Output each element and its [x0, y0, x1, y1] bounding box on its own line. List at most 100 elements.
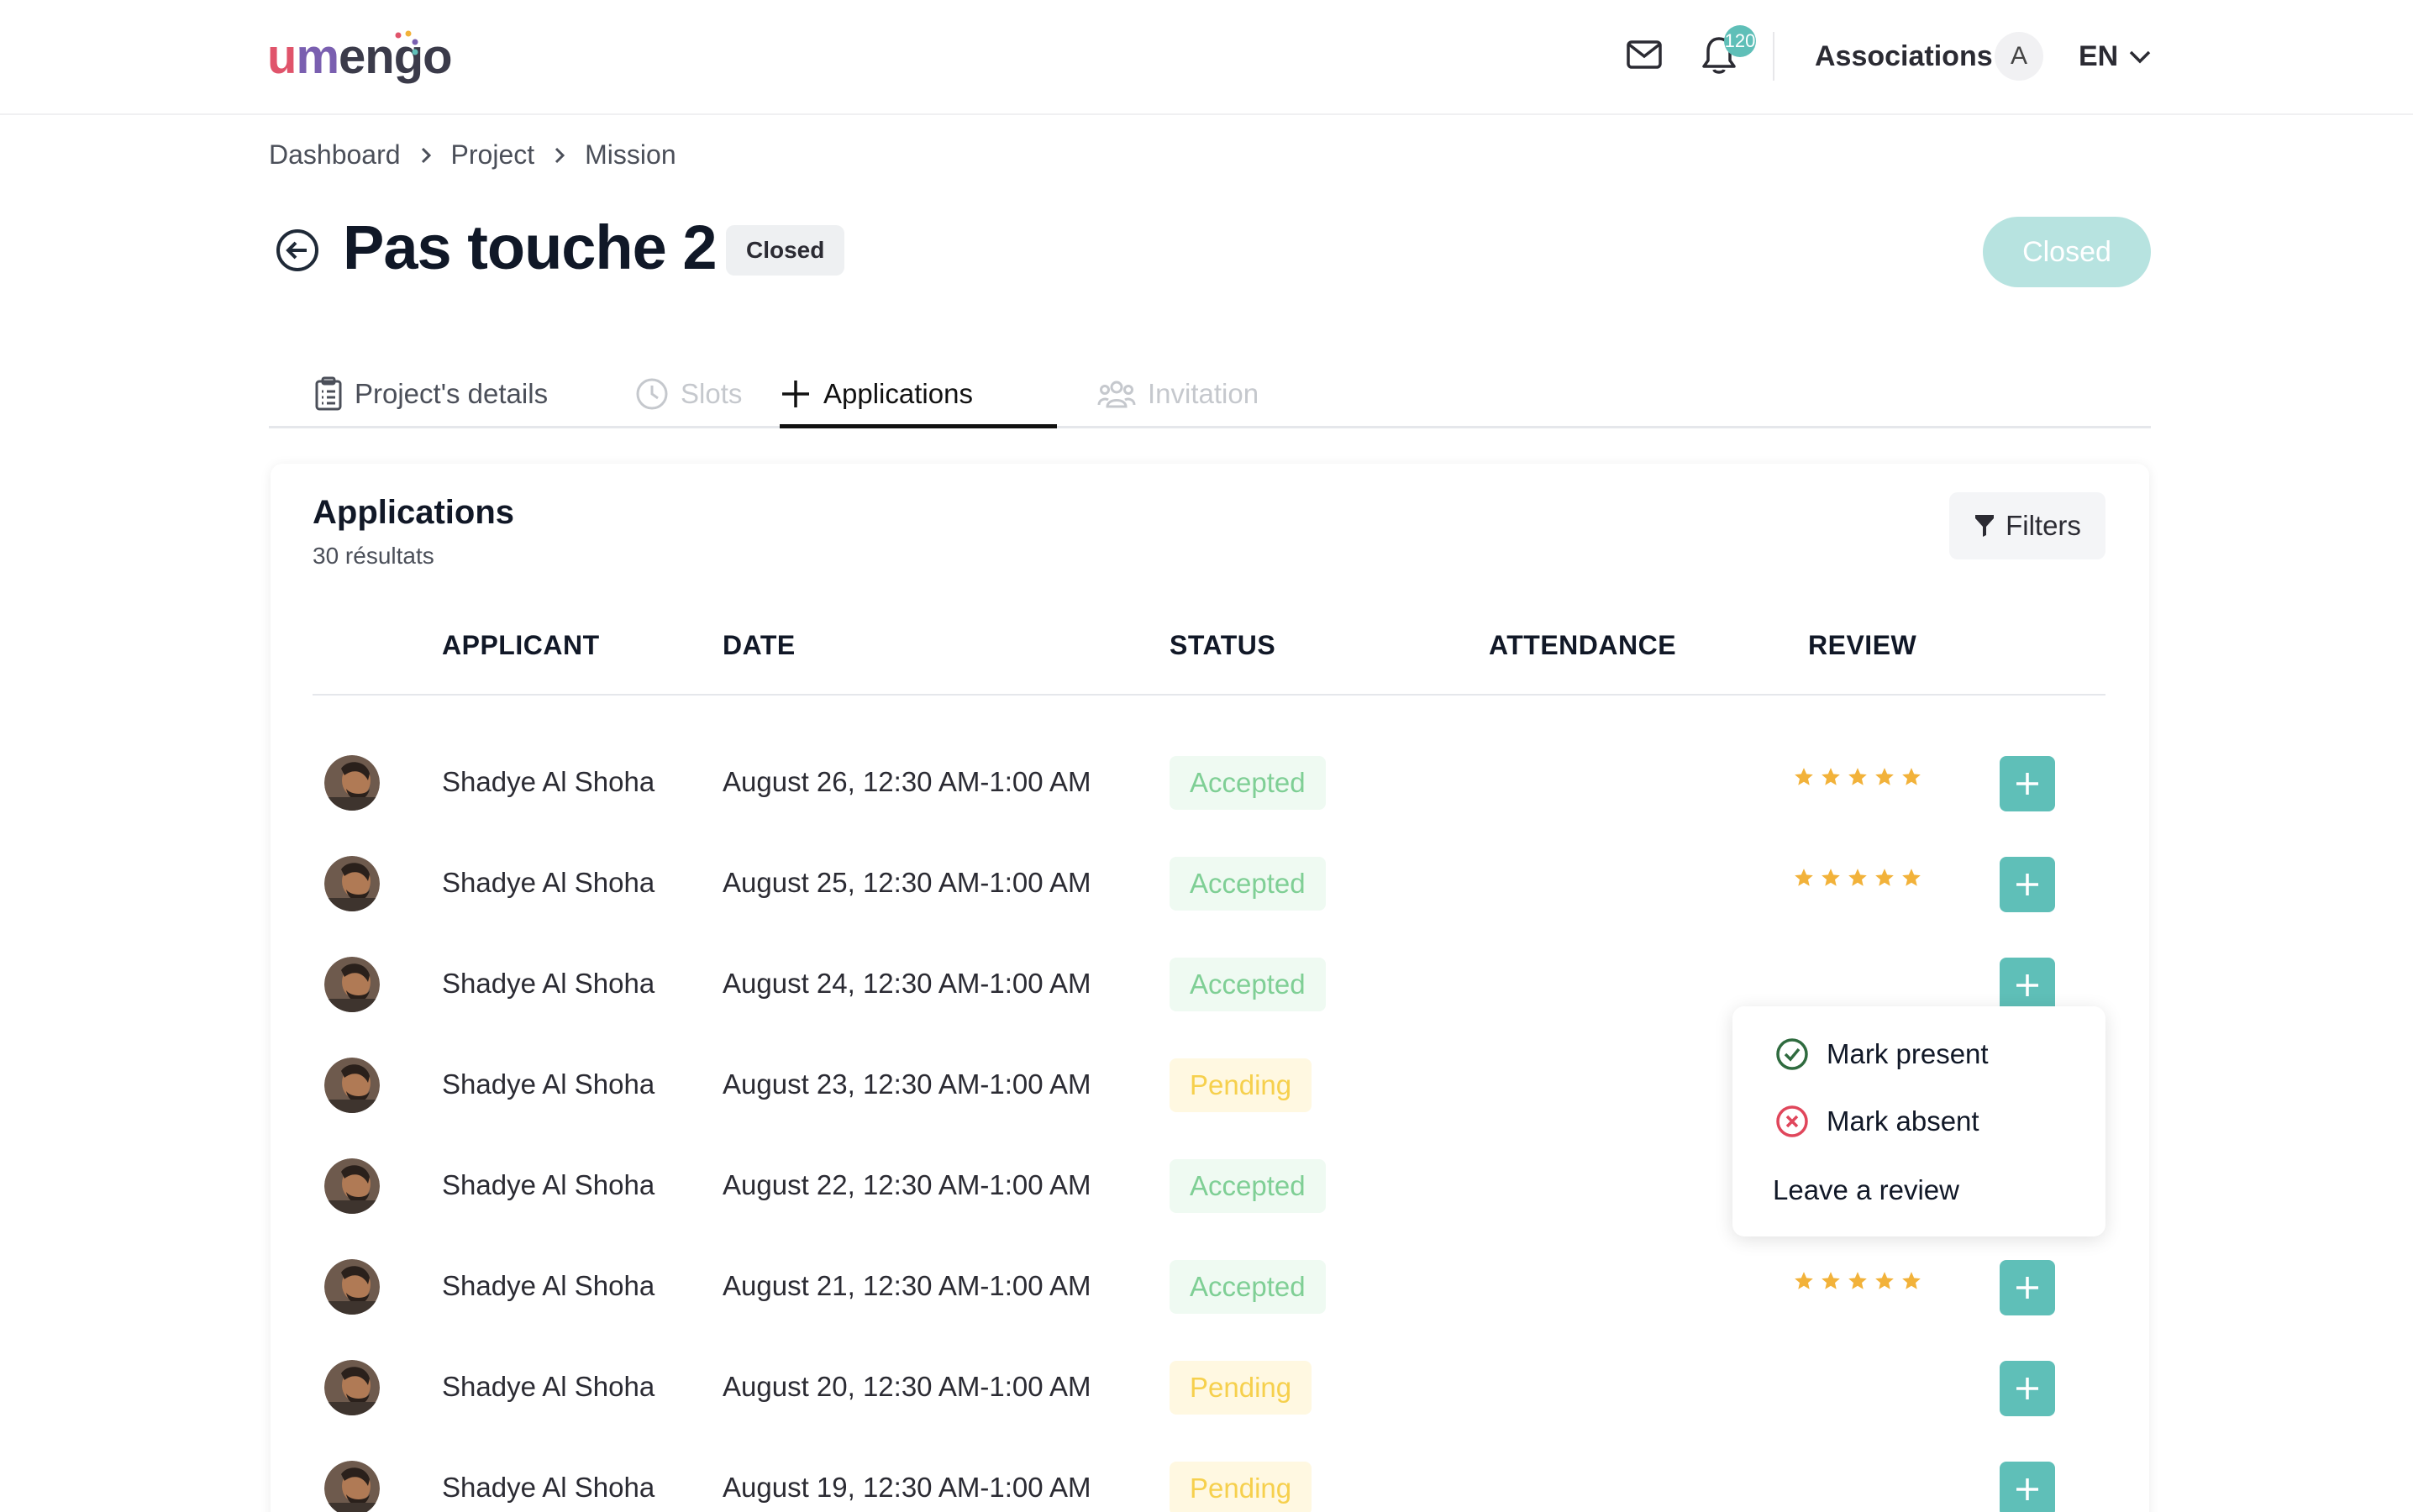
star-icon	[1900, 867, 1922, 893]
applicant-name[interactable]: Shadye Al Shoha	[442, 968, 655, 1000]
column-header-status: STATUS	[1170, 630, 1276, 660]
applicant-name[interactable]: Shadye Al Shoha	[442, 766, 655, 798]
closed-action-button[interactable]: Closed	[1983, 217, 2151, 287]
application-date: August 26, 12:30 AM-1:00 AM	[723, 766, 1091, 797]
check-circle-icon	[1776, 1038, 1808, 1070]
table-row: Shadye Al Shoha August 25, 12:30 AM-1:00 …	[271, 833, 2149, 934]
leave-review-option[interactable]: Leave a review	[1773, 1174, 1959, 1206]
row-actions-menu: Mark present Mark absent Leave a review	[1732, 1006, 2105, 1236]
star-icon	[1793, 1270, 1815, 1296]
tab-project-details[interactable]: Project's details	[314, 360, 548, 428]
review-stars	[1793, 867, 1922, 893]
mark-present-label: Mark present	[1827, 1038, 1989, 1069]
breadcrumb-mission[interactable]: Mission	[585, 139, 676, 171]
row-actions-button[interactable]	[2000, 1462, 2055, 1512]
filter-icon	[1975, 515, 1995, 537]
mail-icon[interactable]	[1622, 34, 1667, 76]
table-row: Shadye Al Shoha August 19, 12:30 AM-1:00 …	[271, 1438, 2149, 1512]
breadcrumb: Dashboard Project Mission	[269, 139, 676, 171]
project-tabs: Project's details Slots Applications Inv…	[269, 360, 2151, 428]
leave-review-label: Leave a review	[1773, 1174, 1959, 1205]
plus-icon	[782, 381, 809, 407]
tab-label: Slots	[681, 378, 743, 409]
row-actions-button[interactable]	[2000, 1361, 2055, 1416]
plus-icon	[2013, 1475, 2042, 1504]
review-stars	[1793, 1270, 1922, 1296]
application-date: August 23, 12:30 AM-1:00 AM	[723, 1068, 1091, 1100]
applicant-name[interactable]: Shadye Al Shoha	[442, 1472, 655, 1504]
applicant-name[interactable]: Shadye Al Shoha	[442, 1169, 655, 1201]
applicant-name[interactable]: Shadye Al Shoha	[442, 867, 655, 899]
applicant-avatar	[324, 1461, 380, 1512]
umengo-logo[interactable]: u m engo	[267, 27, 453, 86]
applications-card: Applications 30 résultats Filters APPLIC…	[271, 464, 2149, 1512]
status-badge: Pending	[1170, 1058, 1312, 1112]
table-row: Shadye Al Shoha August 26, 12:30 AM-1:00 …	[271, 732, 2149, 833]
plus-icon	[2013, 870, 2042, 899]
x-circle-icon	[1776, 1105, 1808, 1137]
star-icon	[1820, 867, 1842, 893]
applicant-avatar	[324, 1360, 380, 1415]
language-label: EN	[2079, 40, 2119, 72]
notification-count-badge: 120	[1724, 25, 1756, 57]
column-header-date: DATE	[723, 630, 796, 660]
mark-absent-label: Mark absent	[1827, 1105, 1979, 1137]
breadcrumb-project[interactable]: Project	[451, 139, 535, 171]
row-actions-button[interactable]	[2000, 756, 2055, 811]
star-icon	[1793, 867, 1815, 893]
application-date: August 19, 12:30 AM-1:00 AM	[723, 1472, 1091, 1503]
plus-icon	[2013, 1374, 2042, 1403]
project-status-chip: Closed	[726, 225, 845, 276]
row-actions-button[interactable]	[2000, 958, 2055, 1013]
status-badge: Accepted	[1170, 857, 1326, 911]
application-date: August 20, 12:30 AM-1:00 AM	[723, 1371, 1091, 1402]
breadcrumb-dashboard[interactable]: Dashboard	[269, 139, 401, 171]
star-icon	[1820, 1270, 1842, 1296]
row-actions-button[interactable]	[2000, 1260, 2055, 1315]
mark-present-option[interactable]: Mark present	[1774, 1037, 1989, 1072]
status-badge: Pending	[1170, 1361, 1312, 1415]
clipboard-icon	[315, 376, 342, 411]
language-selector[interactable]: EN	[2079, 40, 2152, 73]
tab-invitation[interactable]: Invitation	[1097, 360, 1259, 428]
filters-button[interactable]: Filters	[1949, 492, 2105, 559]
tab-applications[interactable]: Applications	[780, 360, 973, 428]
clock-icon	[636, 378, 668, 410]
plus-icon	[2013, 769, 2042, 798]
back-arrow-icon[interactable]	[274, 227, 321, 274]
table-header-divider	[313, 694, 2105, 696]
star-icon	[1793, 766, 1815, 792]
applicant-avatar	[324, 957, 380, 1012]
tab-slots[interactable]: Slots	[635, 360, 742, 428]
applicant-name[interactable]: Shadye Al Shoha	[442, 1068, 655, 1100]
row-actions-button[interactable]	[2000, 857, 2055, 912]
account-type-label[interactable]: Associations	[1815, 40, 1993, 73]
column-header-attendance: ATTENDANCE	[1489, 630, 1677, 660]
application-date: August 25, 12:30 AM-1:00 AM	[723, 867, 1091, 898]
plus-icon	[2013, 971, 2042, 1000]
tab-label: Invitation	[1148, 378, 1259, 409]
star-icon	[1900, 1270, 1922, 1296]
people-icon	[1097, 381, 1136, 408]
column-header-review: REVIEW	[1808, 630, 1917, 660]
tab-label: Applications	[823, 378, 973, 409]
status-badge: Accepted	[1170, 1159, 1326, 1213]
applicant-name[interactable]: Shadye Al Shoha	[442, 1270, 655, 1302]
plus-icon	[2013, 1273, 2042, 1302]
top-navbar: u m engo 120 Associations A EN	[0, 0, 2413, 115]
star-icon	[1874, 766, 1895, 792]
status-badge: Accepted	[1170, 756, 1326, 810]
user-avatar[interactable]: A	[1995, 32, 2043, 81]
applicant-name[interactable]: Shadye Al Shoha	[442, 1371, 655, 1403]
star-icon	[1820, 766, 1842, 792]
page-title: Pas touche 2	[343, 213, 718, 282]
tab-label: Project's details	[355, 378, 549, 409]
star-icon	[1874, 867, 1895, 893]
navbar-divider	[1773, 32, 1774, 81]
mark-absent-option[interactable]: Mark absent	[1774, 1104, 1979, 1139]
applicant-avatar	[324, 856, 380, 911]
applicant-avatar	[324, 1259, 380, 1315]
star-icon	[1900, 766, 1922, 792]
column-header-applicant: APPLICANT	[442, 630, 600, 660]
applicant-avatar	[324, 755, 380, 811]
